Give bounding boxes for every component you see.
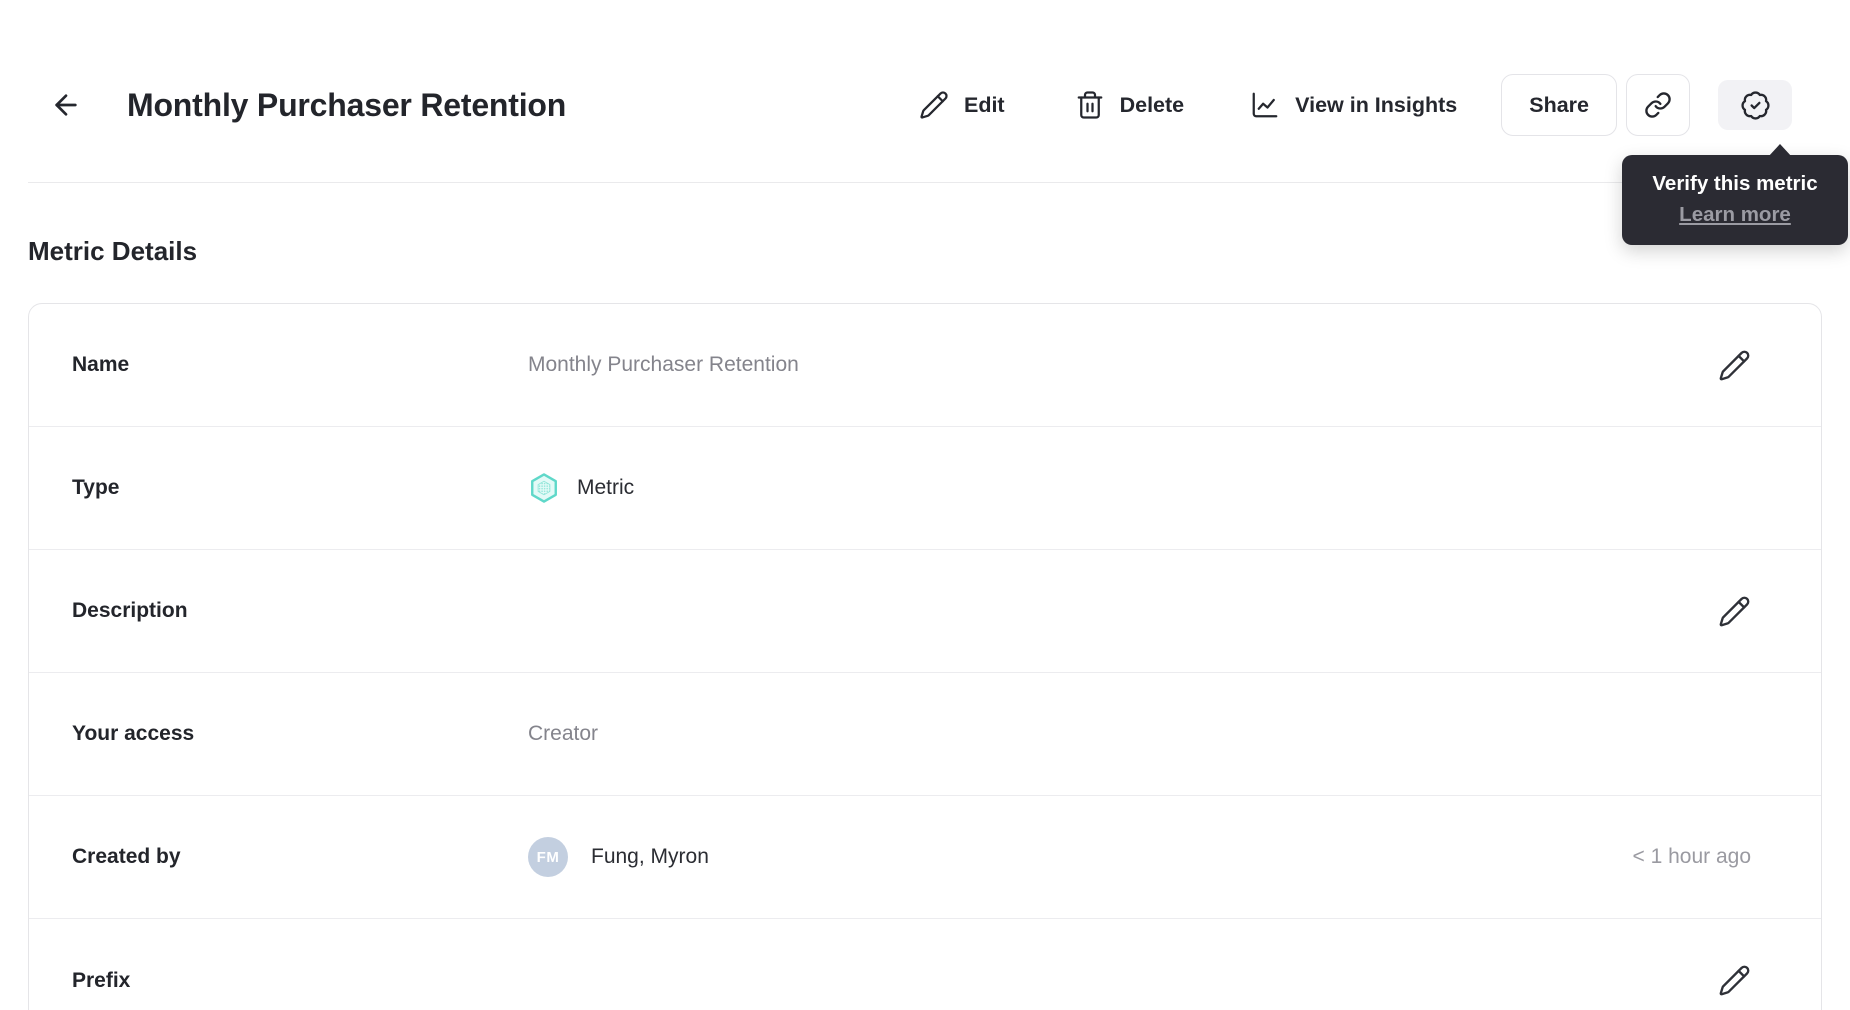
row-label: Name — [72, 353, 130, 376]
row-label: Description — [72, 599, 188, 622]
created-timestamp: < 1 hour ago — [1632, 845, 1751, 868]
pencil-icon — [1718, 595, 1751, 628]
row-prefix: Prefix — [29, 919, 1821, 1010]
metric-details-card: Name Monthly Purchaser Retention Type Me… — [28, 303, 1822, 1010]
pencil-icon — [1718, 349, 1751, 382]
creator-value: FM Fung, Myron — [528, 837, 1632, 877]
row-description: Description — [29, 550, 1821, 673]
line-chart-icon — [1250, 90, 1280, 120]
edit-description-button[interactable] — [1718, 595, 1751, 628]
view-in-insights-label: View in Insights — [1295, 92, 1458, 117]
view-in-insights-button[interactable]: View in Insights — [1250, 90, 1457, 120]
copy-link-button[interactable] — [1626, 74, 1690, 136]
type-value-label: Metric — [577, 476, 635, 499]
share-button-group: Share — [1501, 74, 1690, 136]
edit-name-button[interactable] — [1718, 349, 1751, 382]
header-actions: Edit Delete View in Insights Share — [919, 74, 1792, 136]
name-value: Monthly Purchaser Retention — [528, 353, 799, 376]
row-label: Your access — [72, 722, 195, 745]
delete-button-label: Delete — [1119, 92, 1185, 117]
row-created-by: Created by FM Fung, Myron < 1 hour ago — [29, 796, 1821, 919]
arrow-left-icon — [50, 89, 82, 121]
verify-tooltip: Verify this metric Learn more — [1622, 144, 1848, 245]
header: Monthly Purchaser Retention Edit Delete … — [28, 0, 1822, 183]
share-button[interactable]: Share — [1501, 74, 1617, 136]
trash-icon — [1075, 90, 1105, 120]
pencil-icon — [1718, 964, 1751, 997]
creator-avatar: FM — [528, 837, 568, 877]
row-label: Type — [72, 476, 120, 499]
edit-button[interactable]: Edit — [919, 90, 1005, 120]
row-name: Name Monthly Purchaser Retention — [29, 304, 1821, 427]
verify-tooltip-title: Verify this metric — [1652, 172, 1818, 195]
metric-details-page: Monthly Purchaser Retention Edit Delete … — [0, 0, 1850, 1010]
metric-hexagon-icon — [528, 472, 560, 504]
pencil-icon — [919, 90, 949, 120]
row-type: Type Metric — [29, 427, 1821, 550]
badge-check-icon — [1740, 90, 1771, 121]
share-button-label: Share — [1529, 92, 1589, 117]
link-icon — [1644, 91, 1672, 119]
page-title: Monthly Purchaser Retention — [127, 86, 567, 123]
access-value: Creator — [528, 722, 599, 745]
edit-button-label: Edit — [963, 92, 1005, 117]
row-label: Prefix — [72, 968, 131, 992]
creator-name: Fung, Myron — [591, 845, 709, 868]
learn-more-link[interactable]: Learn more — [1679, 203, 1791, 227]
row-label: Created by — [72, 845, 181, 868]
delete-button[interactable]: Delete — [1075, 90, 1185, 120]
metric-details-heading: Metric Details — [28, 236, 198, 266]
row-your-access: Your access Creator — [29, 673, 1821, 796]
back-button[interactable] — [50, 89, 82, 121]
verify-metric-button[interactable] — [1718, 80, 1792, 130]
edit-prefix-button[interactable] — [1718, 964, 1751, 997]
type-value: Metric — [528, 472, 1751, 504]
